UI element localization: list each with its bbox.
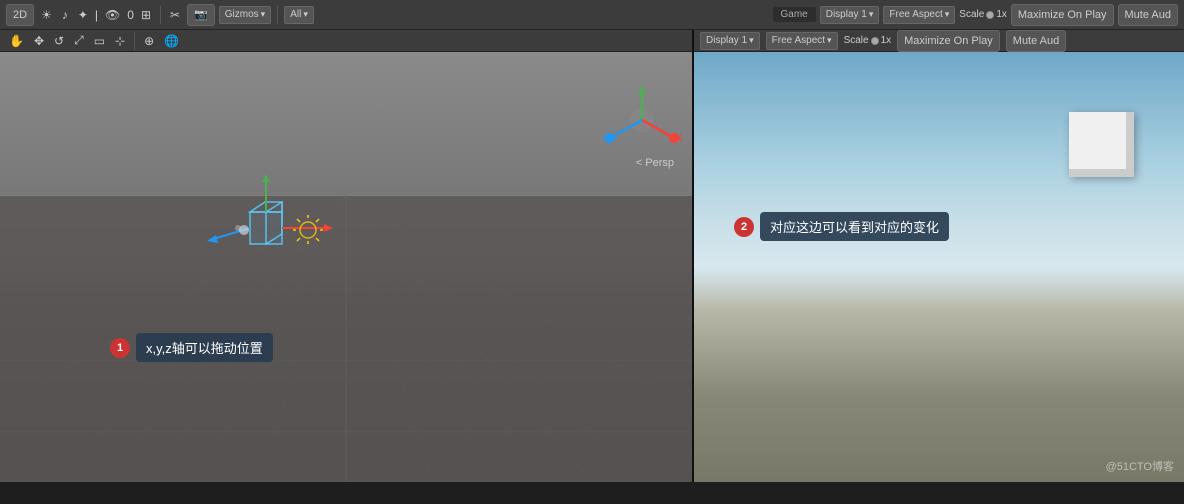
game-scale: Scale 1x <box>844 35 892 46</box>
camera-btn[interactable]: 📷 <box>187 4 215 26</box>
all-dropdown[interactable]: All <box>284 6 314 24</box>
game-display-label: Display 1 <box>706 35 747 46</box>
transform-tool[interactable]: ⊹ <box>112 33 128 49</box>
icon-separator1: | <box>95 8 98 22</box>
hand-tool[interactable]: ✋ <box>6 33 27 49</box>
toolbar-right: Game Display 1 Free Aspect Scale 1x Maxi… <box>773 4 1179 26</box>
svg-text:Z: Z <box>603 133 609 143</box>
gizmos-label: Gizmos <box>225 9 259 20</box>
display-label: Display 1 <box>826 9 867 20</box>
toolbar-separator2 <box>277 6 278 24</box>
annotation-2-text: 对应这边可以看到对应的变化 <box>760 212 949 241</box>
all-label: All <box>290 9 301 20</box>
pivot-btn[interactable]: ⊕ <box>141 33 157 49</box>
annotation-1-number: 1 <box>110 338 130 358</box>
visibility-icon[interactable]: 👁 <box>102 7 123 23</box>
sep1 <box>134 32 135 50</box>
svg-text:X: X <box>676 133 682 143</box>
game-aspect-dropdown[interactable]: Free Aspect <box>766 32 838 50</box>
game-display-dropdown[interactable]: Display 1 <box>700 32 760 50</box>
annotation-1-text: x,y,z轴可以拖动位置 <box>136 333 273 362</box>
toolbar-text-0: 0 <box>127 8 134 22</box>
move-tool[interactable]: ✥ <box>31 33 47 49</box>
game-aspect-label: Free Aspect <box>772 35 825 46</box>
rect-tool[interactable]: ▭ <box>91 33 108 49</box>
game-toolbar: Display 1 Free Aspect Scale 1x Maximize … <box>694 30 1184 52</box>
scene-panel: ✋ ✥ ↺ ⤢ ▭ ⊹ ⊕ 🌐 <box>0 30 692 482</box>
lighting-toggle[interactable]: ☀ <box>38 7 55 23</box>
game-mute-btn[interactable]: Mute Aud <box>1006 30 1066 52</box>
orientation-gizmo[interactable]: Y X Z <box>602 82 682 152</box>
persp-label: < Persp <box>636 157 674 169</box>
game-maximize-btn[interactable]: Maximize On Play <box>897 30 1000 52</box>
audio-toggle[interactable]: ♪ <box>59 7 71 23</box>
annotation-2-number: 2 <box>734 217 754 237</box>
scene-viewport[interactable]: Y X Z < Persp <box>0 52 692 482</box>
rotate-tool[interactable]: ↺ <box>51 33 67 49</box>
effects-toggle[interactable]: ✦ <box>75 7 91 23</box>
2d-toggle[interactable]: 2D <box>6 4 34 26</box>
svg-text:Y: Y <box>640 82 646 87</box>
display-dropdown[interactable]: Display 1 <box>820 6 880 24</box>
scissors-icon[interactable]: ✂ <box>167 7 183 23</box>
scene-toolbar: ✋ ✥ ↺ ⤢ ▭ ⊹ ⊕ 🌐 <box>0 30 692 52</box>
watermark: @51CTO博客 <box>1106 458 1174 474</box>
scale-value: 1x <box>996 9 1007 20</box>
game-scale-value: 1x <box>881 35 892 46</box>
annotation-2: 2 对应这边可以看到对应的变化 <box>734 212 949 241</box>
toolbar-separator1 <box>160 6 161 24</box>
global-btn[interactable]: 🌐 <box>161 33 182 49</box>
gizmos-dropdown[interactable]: Gizmos <box>219 6 271 24</box>
free-aspect-label: Free Aspect <box>889 9 942 20</box>
game-viewport[interactable]: 2 对应这边可以看到对应的变化 @51CTO博客 <box>694 52 1184 482</box>
scale-tool[interactable]: ⤢ <box>71 32 87 49</box>
maximize-on-play-btn[interactable]: Maximize On Play <box>1011 4 1114 26</box>
main-toolbar: 2D ☀ ♪ ✦ | 👁 0 ⊞ ✂ 📷 Gizmos All Game Dis… <box>0 0 1184 30</box>
scale-dot[interactable] <box>986 11 994 19</box>
gizmo-svg: Y X Z <box>602 82 682 152</box>
game-scale-dot[interactable] <box>871 37 879 45</box>
main-area: ✋ ✥ ↺ ⤢ ▭ ⊹ ⊕ 🌐 <box>0 30 1184 482</box>
transform-gizmo-svg <box>200 172 360 292</box>
mute-audio-btn[interactable]: Mute Aud <box>1118 4 1178 26</box>
free-aspect-dropdown[interactable]: Free Aspect <box>883 6 955 24</box>
game-tab-indicator: Game <box>773 7 816 22</box>
grid-icon[interactable]: ⊞ <box>138 7 154 23</box>
transform-gizmo <box>200 172 340 272</box>
scale-control: Scale 1x <box>959 9 1007 20</box>
scale-text: Scale <box>959 9 984 20</box>
toolbar-left: 2D ☀ ♪ ✦ | 👁 0 ⊞ ✂ 📷 Gizmos All <box>6 4 769 26</box>
annotation-1: 1 x,y,z轴可以拖动位置 <box>110 333 273 362</box>
game-scale-text: Scale <box>844 35 869 46</box>
game-cube <box>1069 112 1134 177</box>
game-panel: Display 1 Free Aspect Scale 1x Maximize … <box>692 30 1184 482</box>
